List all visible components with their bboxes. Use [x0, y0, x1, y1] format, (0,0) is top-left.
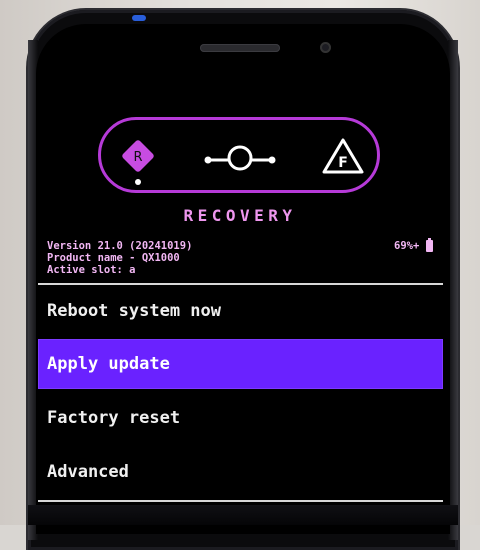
- page-title: RECOVERY: [183, 206, 297, 225]
- fastboot-glyph: F: [338, 155, 348, 171]
- menu-item-advanced[interactable]: Advanced: [38, 447, 443, 497]
- version-line: Version 21.0 (20241019): [47, 240, 193, 252]
- menu-item-reboot[interactable]: Reboot system now: [38, 286, 443, 336]
- product-line: Product name - QX1000: [47, 252, 180, 264]
- slot-line: Active slot: a: [47, 264, 136, 276]
- earpiece-speaker: [200, 44, 280, 52]
- menu-item-apply-update[interactable]: Apply update: [38, 339, 443, 389]
- lineage-logo-icon[interactable]: [202, 140, 278, 174]
- menu-item-label: Reboot system now: [47, 301, 221, 321]
- device-info: Version 21.0 (20241019) Product name - Q…: [47, 240, 192, 276]
- battery-percent: 69%+: [394, 240, 420, 252]
- phone-bottom: [28, 505, 458, 525]
- menu-item-label: Apply update: [47, 354, 170, 374]
- menu-bottom-divider: [38, 500, 443, 502]
- front-camera: [320, 42, 331, 53]
- status-led: [132, 15, 146, 21]
- menu-item-factory-reset[interactable]: Factory reset: [38, 393, 443, 443]
- menu-item-label: Advanced: [47, 462, 129, 482]
- fastboot-triangle-icon[interactable]: F: [320, 136, 366, 176]
- battery-icon: [426, 238, 433, 252]
- recovery-glyph: R: [133, 150, 142, 165]
- menu-item-label: Factory reset: [47, 408, 181, 428]
- recovery-diamond-icon[interactable]: R: [118, 136, 158, 176]
- selected-mode-dot: [135, 179, 141, 185]
- menu-top-divider: [38, 283, 443, 285]
